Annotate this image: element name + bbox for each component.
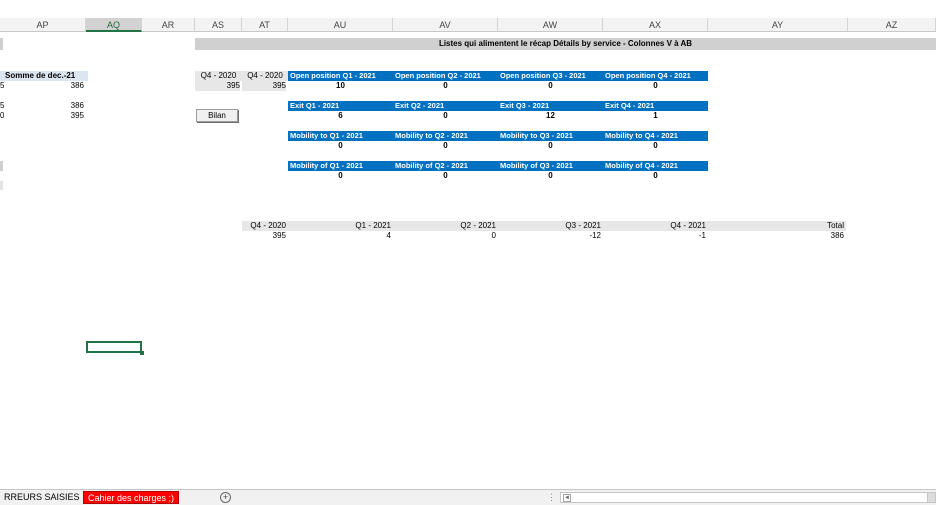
summary-header[interactable]: Q2 - 2021: [393, 221, 496, 231]
summary-value[interactable]: 395: [242, 231, 286, 241]
summary-value[interactable]: -12: [498, 231, 601, 241]
summary-header[interactable]: Total: [708, 221, 844, 231]
exit-header[interactable]: Exit Q2 - 2021: [393, 101, 498, 111]
mobility-of-header[interactable]: Mobility of Q4 - 2021: [603, 161, 708, 171]
pivot-value[interactable]: 386: [40, 101, 84, 111]
column-header-ap[interactable]: AP: [0, 18, 86, 32]
quarter-header-as[interactable]: Q4 - 2020: [195, 71, 242, 81]
mobility-of-value[interactable]: 0: [603, 171, 708, 181]
open-position-value[interactable]: 0: [498, 81, 603, 91]
mobility-to-value[interactable]: 0: [288, 141, 393, 151]
column-header-av[interactable]: AV: [393, 18, 498, 32]
column-header-az[interactable]: AZ: [848, 18, 936, 32]
add-sheet-icon[interactable]: +: [220, 492, 231, 503]
column-header-at[interactable]: AT: [242, 18, 288, 32]
horizontal-scrollbar[interactable]: ◄: [560, 492, 936, 503]
cut-cell-fill: [0, 38, 3, 50]
sheet-tab-cahier-des-charges[interactable]: Cahier des charges ;): [83, 491, 180, 504]
cut-cell-fill: [0, 181, 3, 190]
scroll-thumb[interactable]: [927, 493, 935, 502]
cut-value[interactable]: 5: [0, 101, 4, 111]
exit-header[interactable]: Exit Q4 - 2021: [603, 101, 708, 111]
column-header-as[interactable]: AS: [195, 18, 242, 32]
banner-title: Listes qui alimentent le récap Détails b…: [438, 39, 693, 48]
sheet-tab-bar: RREURS SAISIES Cahier des charges ;) + ⋮…: [0, 489, 936, 505]
summary-header[interactable]: Q1 - 2021: [288, 221, 391, 231]
cut-value[interactable]: 0: [0, 111, 4, 121]
active-cell-selection[interactable]: [86, 341, 144, 355]
bilan-button[interactable]: Bilan: [196, 109, 238, 122]
tab-split-handle-icon[interactable]: ⋮: [547, 492, 556, 503]
mobility-of-value[interactable]: 0: [393, 171, 498, 181]
quarter-value-at[interactable]: 395: [242, 81, 286, 91]
exit-value[interactable]: 12: [498, 111, 603, 121]
summary-header[interactable]: Q4 - 2021: [603, 221, 706, 231]
column-header-ay[interactable]: AY: [708, 18, 848, 32]
mobility-to-value[interactable]: 0: [603, 141, 708, 151]
open-position-value[interactable]: 0: [603, 81, 708, 91]
summary-value[interactable]: -1: [603, 231, 706, 241]
summary-value[interactable]: 4: [288, 231, 391, 241]
summary-header[interactable]: Q3 - 2021: [498, 221, 601, 231]
mobility-of-value[interactable]: 0: [498, 171, 603, 181]
summary-header[interactable]: Q4 - 2020: [242, 221, 286, 231]
open-position-value[interactable]: 10: [288, 81, 393, 91]
cut-cell-fill: [0, 161, 3, 171]
exit-header[interactable]: Exit Q1 - 2021: [288, 101, 393, 111]
mobility-to-value[interactable]: 0: [393, 141, 498, 151]
column-header-aq[interactable]: AQ: [86, 18, 142, 32]
sheet-tab-erreurs-saisies[interactable]: RREURS SAISIES: [0, 491, 84, 504]
summary-value[interactable]: 0: [393, 231, 496, 241]
column-header-ax[interactable]: AX: [603, 18, 708, 32]
mobility-to-value[interactable]: 0: [498, 141, 603, 151]
quarter-header-at[interactable]: Q4 - 2020: [242, 71, 288, 81]
exit-value[interactable]: 0: [393, 111, 498, 121]
mobility-of-value[interactable]: 0: [288, 171, 393, 181]
open-position-header[interactable]: Open position Q2 - 2021: [393, 71, 498, 81]
pivot-value[interactable]: 386: [40, 81, 84, 91]
column-header-aw[interactable]: AW: [498, 18, 603, 32]
cut-value[interactable]: 5: [0, 81, 4, 91]
column-header-au[interactable]: AU: [288, 18, 393, 32]
quarter-value-as[interactable]: 395: [195, 81, 240, 91]
ribbon-gap: [0, 0, 936, 18]
open-position-header[interactable]: Open position Q1 - 2021: [288, 71, 393, 81]
mobility-to-header[interactable]: Mobility to Q3 - 2021: [498, 131, 603, 141]
mobility-to-header[interactable]: Mobility to Q4 - 2021: [603, 131, 708, 141]
open-position-header[interactable]: Open position Q3 - 2021: [498, 71, 603, 81]
mobility-to-header[interactable]: Mobility to Q2 - 2021: [393, 131, 498, 141]
exit-header[interactable]: Exit Q3 - 2021: [498, 101, 603, 111]
pivot-header[interactable]: Somme de dec.-21: [0, 71, 88, 81]
mobility-of-header[interactable]: Mobility of Q3 - 2021: [498, 161, 603, 171]
mobility-of-header[interactable]: Mobility of Q1 - 2021: [288, 161, 393, 171]
pivot-value[interactable]: 395: [40, 111, 84, 121]
scroll-left-icon[interactable]: ◄: [563, 494, 571, 502]
mobility-of-header[interactable]: Mobility of Q2 - 2021: [393, 161, 498, 171]
column-header-ar[interactable]: AR: [142, 18, 195, 32]
summary-value[interactable]: 386: [708, 231, 844, 241]
open-position-header[interactable]: Open position Q4 - 2021: [603, 71, 708, 81]
exit-value[interactable]: 1: [603, 111, 708, 121]
open-position-value[interactable]: 0: [393, 81, 498, 91]
mobility-to-header[interactable]: Mobility to Q1 - 2021: [288, 131, 393, 141]
exit-value[interactable]: 6: [288, 111, 393, 121]
